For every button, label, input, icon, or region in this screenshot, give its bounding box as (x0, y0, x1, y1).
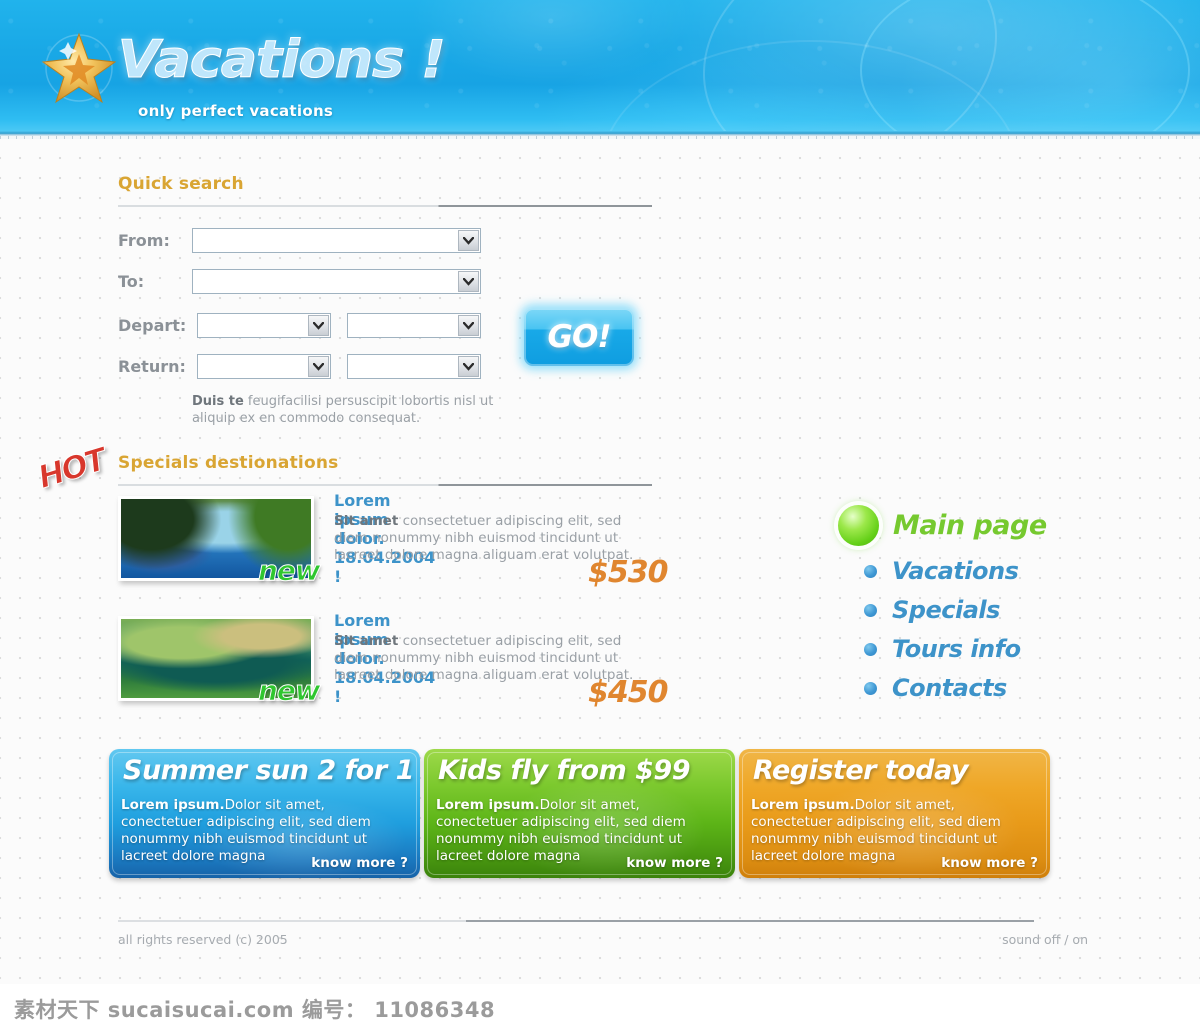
go-button[interactable]: GO! (524, 308, 634, 366)
water-swirl-decoration (860, 0, 1190, 136)
water-swirl-decoration (671, 0, 1029, 136)
promo-title: Register today (753, 755, 969, 786)
quick-search-note-bold: Duis te (192, 394, 244, 409)
hot-badge-label: HOT (34, 441, 110, 496)
site-header: Vacations ! only perfect vacations (0, 0, 1200, 136)
promo-body-bold: Lorem ipsum. (751, 797, 855, 813)
promo-banner-summer-sun[interactable]: Summer sun 2 for 1 Lorem ipsum.Dolor sit… (109, 749, 420, 878)
special-price: $530 (588, 555, 668, 590)
sidebar-item-specials[interactable]: Specials (864, 596, 1000, 624)
special-body-bold: Sit amet (334, 513, 399, 529)
from-select[interactable] (192, 228, 481, 253)
quick-search-title: Quick search (118, 174, 244, 194)
chevron-down-icon[interactable] (308, 356, 329, 377)
promo-know-more-link[interactable]: know more ? (311, 855, 408, 871)
sound-toggle-link[interactable]: sound off / on (1002, 932, 1088, 947)
new-badge: new (258, 674, 322, 708)
depart-month-select[interactable] (347, 313, 481, 338)
depart-day-select[interactable] (197, 313, 331, 338)
return-label: Return: (118, 357, 186, 376)
chevron-down-icon[interactable] (458, 356, 479, 377)
to-select[interactable] (192, 269, 481, 294)
sidebar-item-label: Main page (893, 510, 1047, 541)
new-badge: new (258, 554, 322, 588)
promo-body-bold: Lorem ipsum. (121, 797, 225, 813)
site-tagline: only perfect vacations (138, 102, 334, 120)
depart-label: Depart: (118, 316, 187, 335)
footer-copyright: all rights reserved (c) 2005 (118, 932, 288, 947)
special-price: $450 (588, 675, 668, 710)
blue-bullet-icon (864, 642, 877, 656)
return-month-select[interactable] (347, 354, 481, 379)
promo-banner-kids-fly[interactable]: Kids fly from $99 Lorem ipsum.Dolor sit … (424, 749, 735, 878)
promo-body-bold: Lorem ipsum. (436, 797, 540, 813)
promo-know-more-link[interactable]: know more ? (941, 855, 1038, 871)
water-swirl-decoration (600, 40, 1020, 136)
promo-title: Summer sun 2 for 1 (123, 755, 414, 786)
sidebar-item-contacts[interactable]: Contacts (864, 674, 1007, 702)
chevron-down-icon[interactable] (458, 271, 479, 292)
sidebar-item-label: Tours info (892, 635, 1021, 663)
site-logo-title[interactable]: Vacations ! (117, 30, 446, 91)
promo-banner-register-today[interactable]: Register today Lorem ipsum.Dolor sit ame… (739, 749, 1050, 878)
from-label: From: (118, 231, 170, 250)
blue-bullet-icon (864, 564, 877, 578)
watermark-bar: 素材天下 sucaisucai.com 编号： 11086348 (0, 984, 1200, 1034)
blue-bullet-icon (864, 681, 877, 695)
sidebar-item-label: Contacts (892, 674, 1007, 702)
green-bullet-icon (838, 505, 879, 546)
sidebar-item-vacations[interactable]: Vacations (864, 557, 1019, 585)
chevron-down-icon[interactable] (458, 230, 479, 251)
sidebar-item-tours-info[interactable]: Tours info (864, 635, 1021, 663)
to-label: To: (118, 272, 145, 291)
watermark-text: 素材天下 sucaisucai.com 编号： 11086348 (14, 998, 496, 1022)
page-body: Quick search From: To: Depart: Return: G… (0, 139, 1200, 984)
quick-search-note: Duis te feugifacilisi persuscipit lobort… (192, 393, 502, 427)
go-button-label: GO! (547, 319, 612, 355)
quick-search-rule (118, 205, 652, 207)
hot-badge: HOT (34, 439, 124, 512)
starfish-icon (41, 32, 117, 104)
promo-know-more-link[interactable]: know more ? (626, 855, 723, 871)
sidebar-item-main-page[interactable]: Main page (838, 505, 1047, 546)
return-day-select[interactable] (197, 354, 331, 379)
promo-title: Kids fly from $99 (438, 755, 690, 786)
footer-rule (118, 920, 1034, 922)
blue-bullet-icon (864, 603, 877, 617)
specials-rule (118, 484, 652, 486)
special-body-bold: Sit amet (334, 633, 399, 649)
chevron-down-icon[interactable] (308, 315, 329, 336)
sidebar-item-label: Specials (892, 596, 1000, 624)
sidebar-item-label: Vacations (892, 557, 1019, 585)
chevron-down-icon[interactable] (458, 315, 479, 336)
specials-title: Specials destionations (118, 453, 339, 473)
